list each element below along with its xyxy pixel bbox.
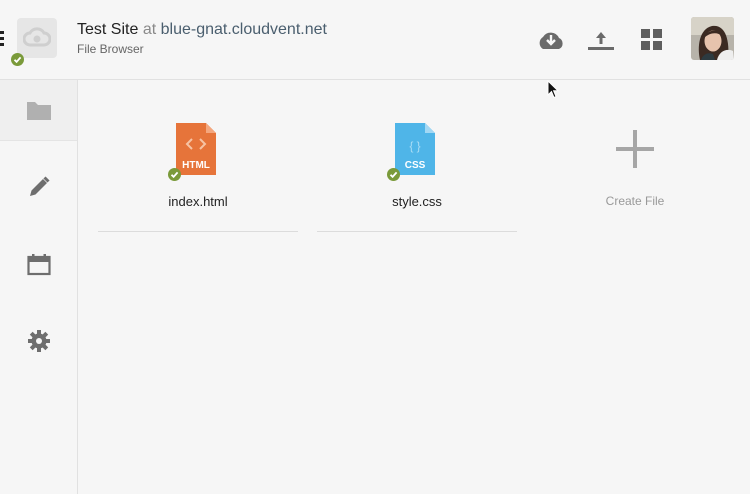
sidebar bbox=[0, 80, 78, 494]
cloud-logo-icon[interactable] bbox=[17, 18, 57, 58]
check-badge-icon bbox=[168, 168, 181, 181]
sidebar-item-calendar[interactable] bbox=[0, 242, 77, 288]
create-file-button[interactable]: Create File bbox=[535, 120, 735, 232]
cloud-download-icon bbox=[539, 32, 563, 49]
at-word: at bbox=[142, 21, 157, 38]
check-badge-icon bbox=[11, 53, 24, 66]
download-button[interactable] bbox=[534, 26, 568, 54]
user-avatar[interactable] bbox=[691, 17, 734, 60]
grid-view-icon bbox=[641, 29, 662, 50]
file-type-label: CSS bbox=[405, 160, 426, 171]
gear-icon bbox=[27, 330, 50, 352]
file-glyph: { } bbox=[409, 139, 420, 153]
file-name: index.html bbox=[168, 194, 228, 209]
file-browser: HTML index.html { } CSS style.css Create… bbox=[78, 80, 750, 494]
sidebar-item-settings[interactable] bbox=[0, 318, 77, 364]
sidebar-item-files[interactable] bbox=[0, 80, 77, 141]
upload-button[interactable] bbox=[584, 26, 618, 54]
file-type-label: HTML bbox=[182, 160, 210, 171]
html-file-icon: HTML bbox=[176, 123, 216, 175]
check-badge-icon bbox=[387, 168, 400, 181]
top-header: Test Site at blue-gnat.cloudvent.net Fil… bbox=[0, 0, 750, 80]
sidebar-item-edit[interactable] bbox=[0, 164, 77, 210]
folder-icon bbox=[26, 102, 51, 120]
upload-icon bbox=[588, 32, 614, 50]
file-name: style.css bbox=[392, 194, 442, 209]
menu-dots-icon[interactable] bbox=[0, 31, 4, 47]
calendar-icon bbox=[26, 254, 51, 276]
section-subtitle: File Browser bbox=[77, 42, 144, 56]
mouse-cursor-icon bbox=[547, 80, 559, 99]
site-name[interactable]: Test Site bbox=[77, 21, 138, 38]
site-host[interactable]: blue-gnat.cloudvent.net bbox=[161, 21, 327, 38]
plus-icon bbox=[616, 130, 654, 168]
css-file-icon: { } CSS bbox=[395, 123, 435, 175]
create-file-label: Create File bbox=[605, 194, 665, 208]
pencil-icon bbox=[29, 176, 50, 196]
page-title: Test Site at blue-gnat.cloudvent.net bbox=[77, 21, 327, 39]
file-card-index[interactable]: HTML index.html bbox=[98, 120, 298, 232]
site-titles: Test Site at blue-gnat.cloudvent.net Fil… bbox=[77, 21, 327, 56]
file-card-style[interactable]: { } CSS style.css bbox=[317, 120, 517, 232]
grid-view-button[interactable] bbox=[635, 26, 669, 54]
